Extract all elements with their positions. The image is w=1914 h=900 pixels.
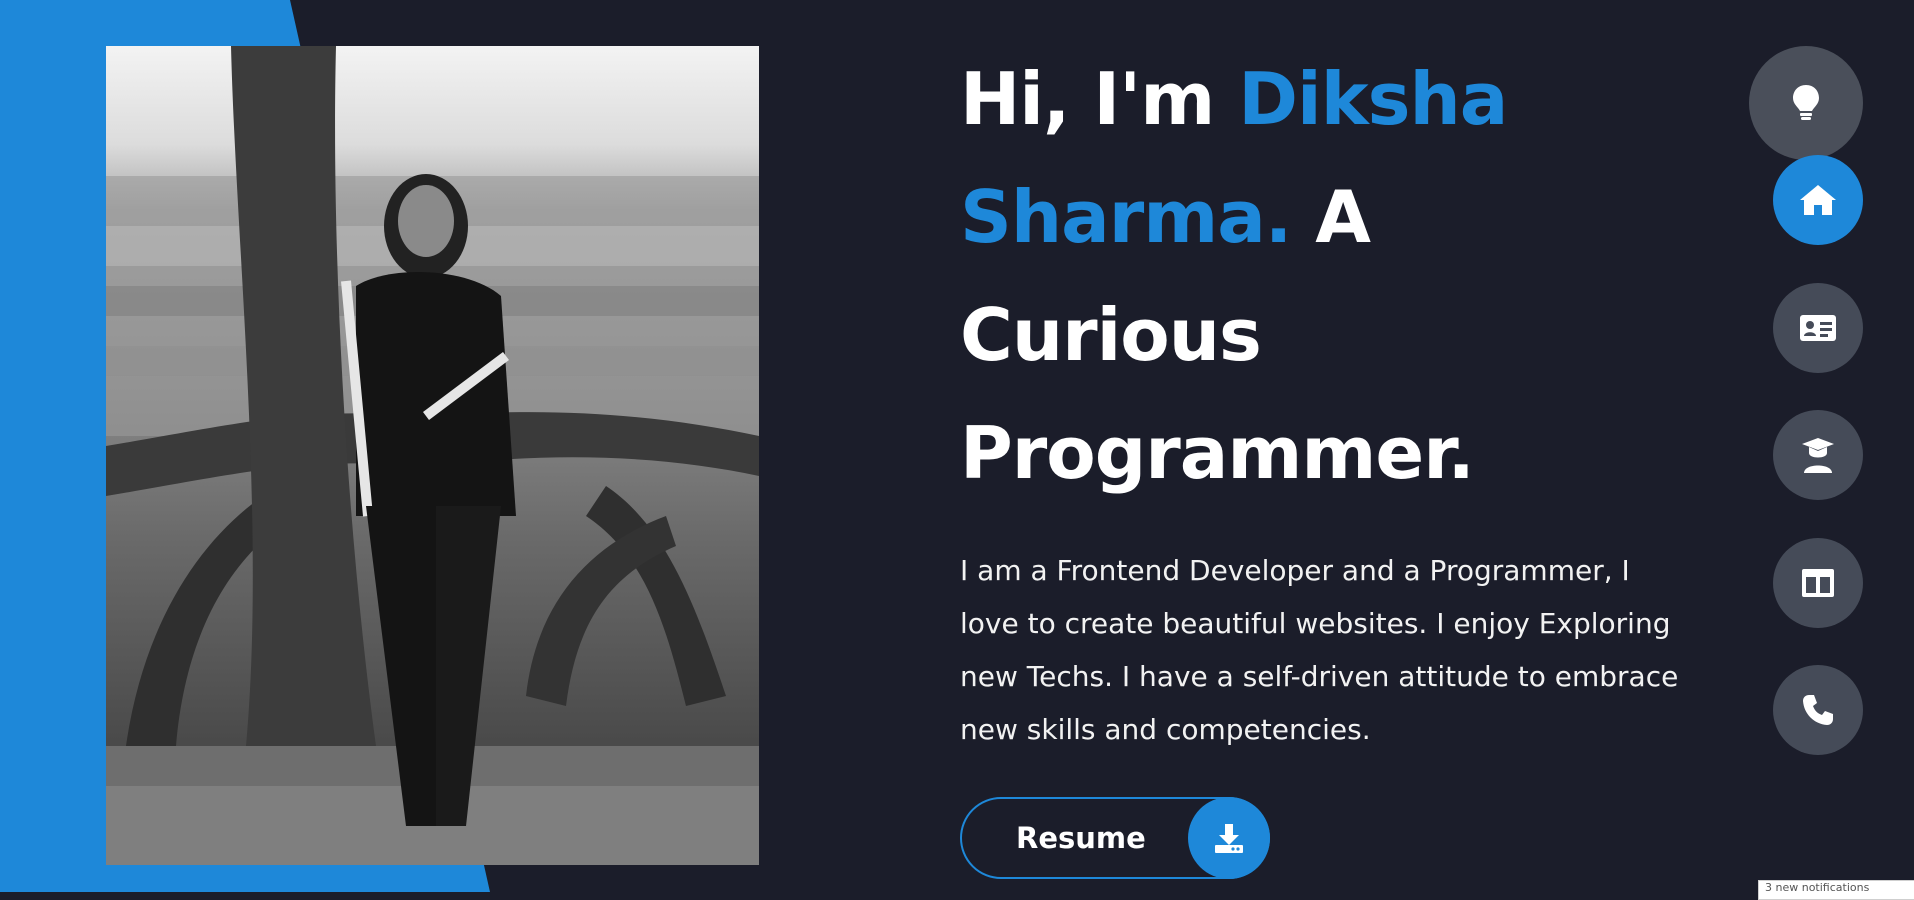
graduate-icon: [1802, 438, 1834, 473]
resume-button[interactable]: Resume: [960, 797, 1270, 879]
nav-education-button[interactable]: [1773, 410, 1863, 500]
heading-greeting: Hi, I'm: [960, 57, 1239, 141]
heading-tagline-a: A: [1291, 175, 1371, 259]
profile-photo: [106, 46, 759, 865]
heading-name-last: Sharma.: [960, 175, 1292, 259]
heading-tagline-b: Curious: [960, 293, 1262, 377]
lightbulb-icon: [1793, 85, 1819, 120]
home-icon: [1800, 185, 1836, 215]
nav-home-button[interactable]: [1773, 155, 1863, 245]
hero-heading: Hi, I'm Diksha Sharma. A Curious Programmer…: [960, 40, 1580, 512]
notification-toast[interactable]: 3 new notifications: [1758, 880, 1914, 900]
phone-icon: [1803, 695, 1833, 725]
download-icon: [1188, 797, 1270, 879]
id-card-icon: [1800, 315, 1836, 341]
heading-tagline-c: Programmer.: [960, 411, 1475, 495]
nav-portfolio-button[interactable]: [1773, 538, 1863, 628]
nav-contact-button[interactable]: [1773, 665, 1863, 755]
heading-name-first: Diksha: [1238, 57, 1508, 141]
resume-label: Resume: [1016, 821, 1146, 855]
nav-about-button[interactable]: [1773, 283, 1863, 373]
theme-toggle-button[interactable]: [1749, 46, 1863, 160]
bio-text: I am a Frontend Developer and a Programm…: [960, 554, 1679, 746]
layout-icon: [1802, 569, 1834, 597]
